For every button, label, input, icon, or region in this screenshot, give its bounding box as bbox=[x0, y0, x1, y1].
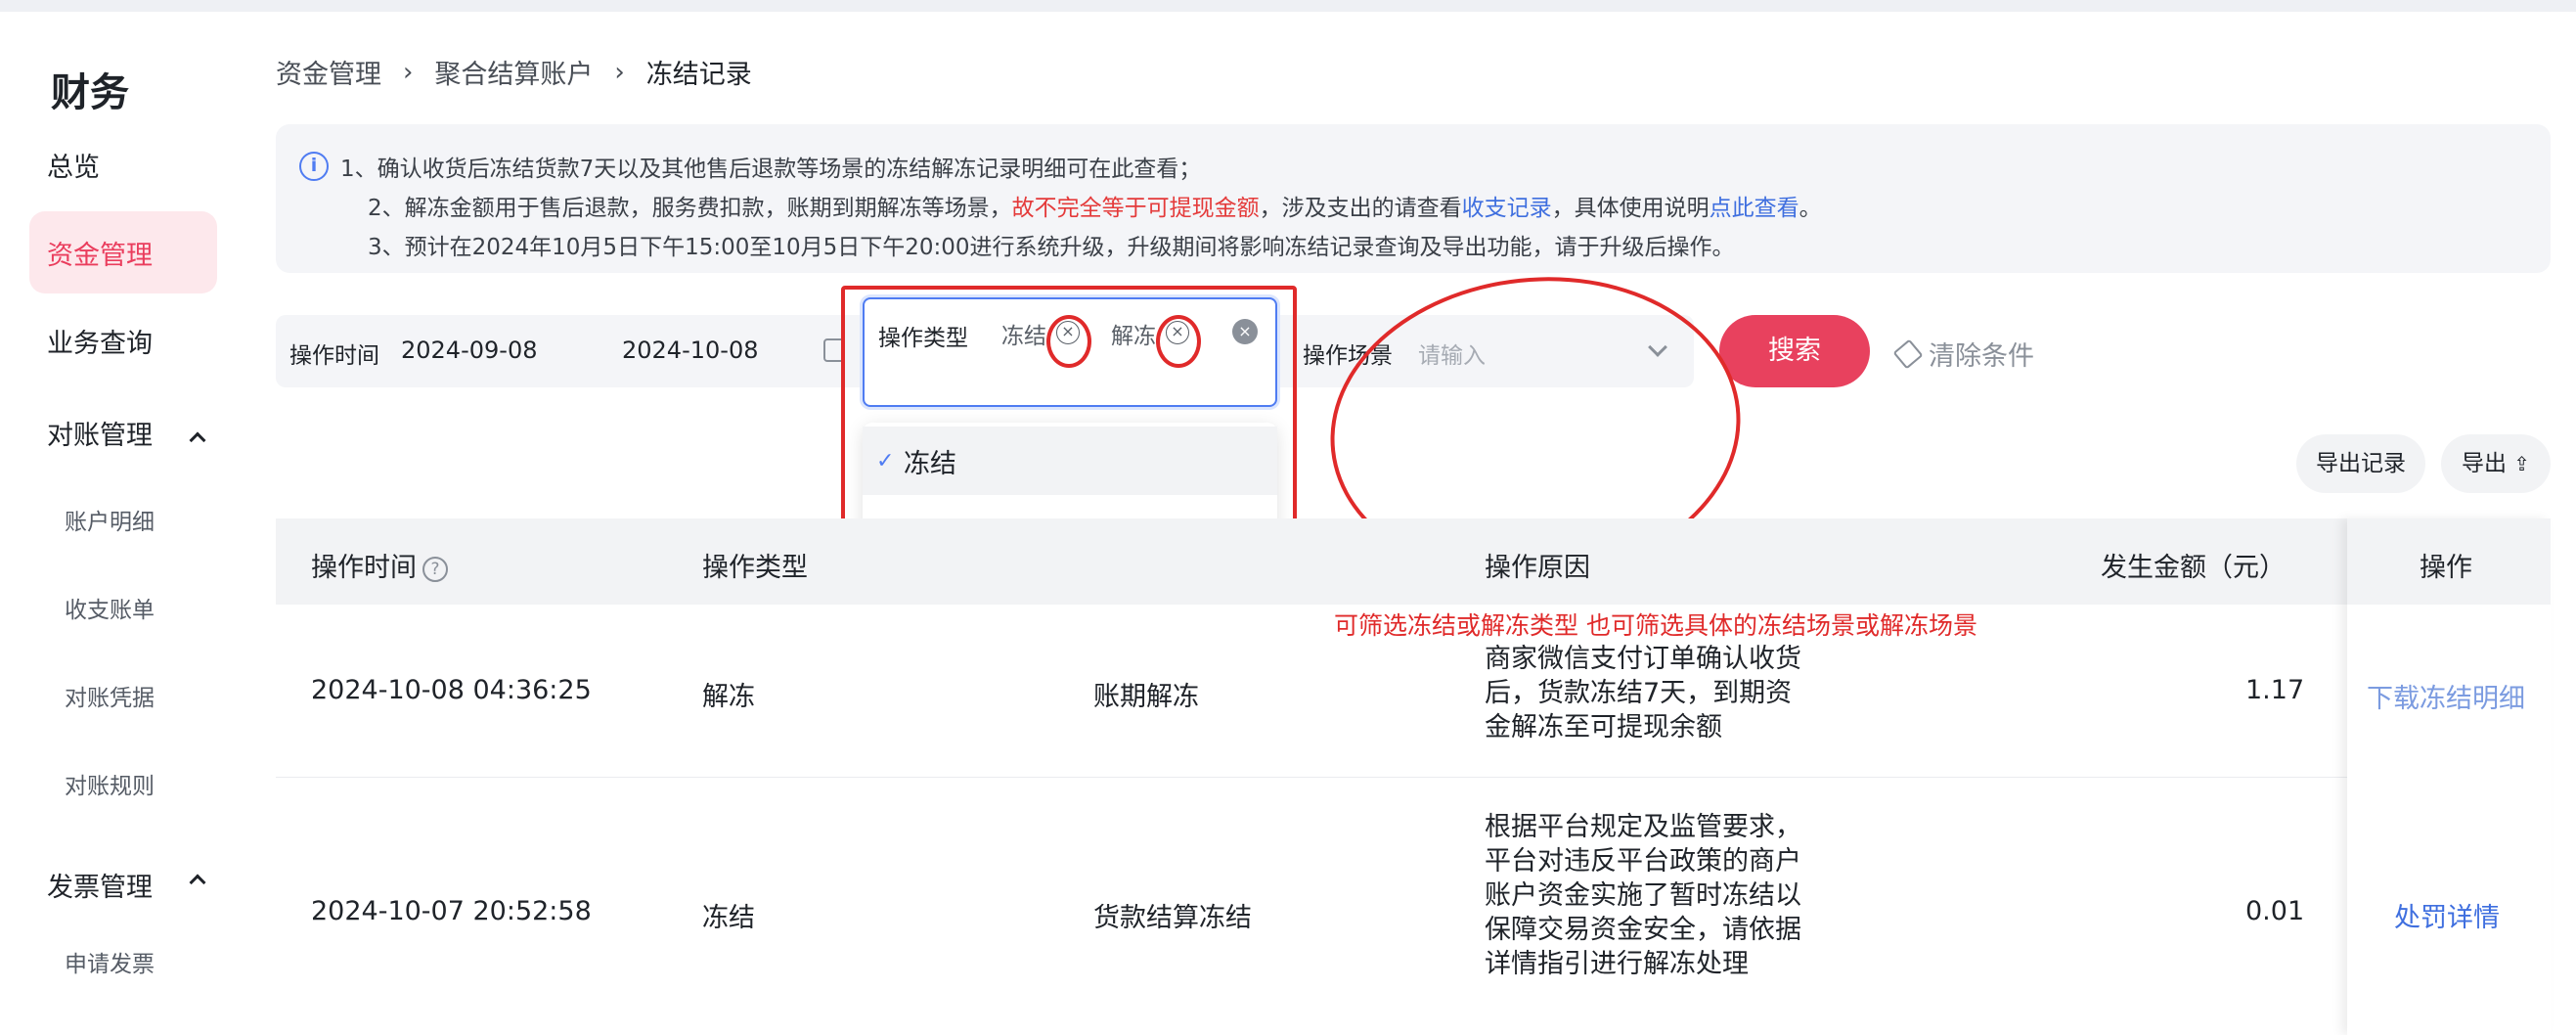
notice-text: ，具体使用说明 bbox=[1551, 196, 1710, 221]
export-label: 导出 bbox=[2461, 451, 2507, 476]
search-button[interactable]: 搜索 bbox=[1719, 315, 1870, 387]
row-divider bbox=[276, 777, 2551, 778]
clear-label: 清除条件 bbox=[1929, 341, 2034, 372]
main-content: 资金管理 › 聚合结算账户 › 冻结记录 i 1、确认收货后冻结货款7天以及其他… bbox=[244, 12, 2576, 1035]
sidebar-item-business-query[interactable]: 业务查询 bbox=[29, 299, 217, 382]
notice-text: ，涉及支出的请查看 bbox=[1259, 196, 1462, 221]
notice-line-3: 3、预计在2024年10月5日下午15:00至10月5日下午20:00进行系统升… bbox=[368, 235, 1735, 260]
cell-reason: 商家微信支付订单确认收货后，货款冻结7天，到期资金解冻至可提现余额 bbox=[1485, 644, 1801, 742]
col-label: 操作时间 bbox=[311, 553, 417, 583]
cell-time: 2024-10-07 20:52:58 bbox=[311, 896, 592, 926]
penalty-detail-link[interactable]: 处罚详情 bbox=[2394, 896, 2500, 934]
breadcrumb: 资金管理 › 聚合结算账户 › 冻结记录 bbox=[276, 53, 752, 91]
chevron-right-icon: › bbox=[403, 57, 414, 87]
annotation-circle bbox=[1156, 315, 1201, 368]
sidebar-item-account-detail[interactable]: 账户明细 bbox=[65, 503, 155, 536]
start-date-input[interactable]: 2024-09-08 bbox=[401, 337, 537, 364]
breadcrumb-current: 冻结记录 bbox=[645, 60, 752, 90]
upload-icon: ⇪ bbox=[2513, 452, 2531, 475]
breadcrumb-funds[interactable]: 资金管理 bbox=[276, 53, 381, 91]
cell-type: 解冻 bbox=[702, 682, 755, 712]
cell-amount: 1.17 bbox=[2245, 675, 2305, 705]
cell-scene: 账期解冻 bbox=[1093, 682, 1199, 712]
clear-conditions-button[interactable]: 清除条件 bbox=[1892, 335, 2034, 373]
annotation-circle bbox=[1046, 315, 1091, 368]
col-header-operation: 操作 bbox=[2420, 553, 2472, 583]
time-label: 操作时间 bbox=[289, 343, 379, 369]
col-header-type: 操作类型 bbox=[702, 553, 808, 583]
notice-text: 。 bbox=[1799, 196, 1822, 221]
export-button[interactable]: 导出 ⇪ bbox=[2441, 434, 2551, 493]
cell-reason: 根据平台规定及监管要求，平台对违反平台政策的商户账户资金实施了暂时冻结以保障交易… bbox=[1485, 812, 1801, 979]
sidebar-item-funds[interactable]: 资金管理 bbox=[29, 211, 217, 293]
notice-banner: i 1、确认收货后冻结货款7天以及其他售后退款等场景的冻结解冻记录明细可在此查看… bbox=[276, 124, 2551, 273]
sidebar-item-reconciliation[interactable]: 对账管理 bbox=[29, 391, 217, 473]
download-freeze-detail-link[interactable]: 下载冻结明细 bbox=[2367, 677, 2525, 715]
top-strip bbox=[0, 0, 2576, 12]
col-header-time: 操作时间? bbox=[311, 546, 448, 584]
table-header: 操作时间? 操作类型 操作原因 发生金额（元） bbox=[276, 518, 2551, 605]
cell-amount: 0.01 bbox=[2245, 896, 2305, 926]
cell-scene: 货款结算冻结 bbox=[1093, 903, 1252, 933]
export-records-button[interactable]: 导出记录 bbox=[2296, 434, 2425, 493]
sidebar-item-label: 对账管理 bbox=[47, 420, 153, 451]
cell-time: 2024-10-08 04:36:25 bbox=[311, 675, 592, 705]
end-date-input[interactable]: 2024-10-08 bbox=[622, 337, 758, 364]
notice-warning: 故不完全等于可提现金额 bbox=[1011, 196, 1260, 221]
eraser-icon bbox=[1892, 338, 1924, 369]
col-header-amount: 发生金额（元） bbox=[2101, 553, 2286, 583]
sidebar-item-overview[interactable]: 总览 bbox=[29, 123, 217, 205]
info-icon: i bbox=[299, 152, 329, 181]
sidebar-item-apply-invoice[interactable]: 申请发票 bbox=[65, 945, 155, 978]
sidebar-item-vouchers[interactable]: 对账凭据 bbox=[65, 679, 155, 712]
sidebar-item-rules[interactable]: 对账规则 bbox=[65, 767, 155, 800]
cell-type: 冻结 bbox=[702, 903, 755, 933]
usage-guide-link[interactable]: 点此查看 bbox=[1710, 196, 1799, 221]
sidebar-item-label: 发票管理 bbox=[47, 872, 153, 903]
income-records-link[interactable]: 收支记录 bbox=[1462, 196, 1552, 221]
sidebar-item-bills[interactable]: 收支账单 bbox=[65, 591, 155, 624]
sidebar: 财务 总览 资金管理 业务查询 对账管理 账户明细 收支账单 对账凭据 对账规则… bbox=[0, 12, 244, 1023]
chevron-right-icon: › bbox=[614, 57, 625, 87]
col-header-reason: 操作原因 bbox=[1485, 553, 1590, 583]
notice-line-2: 2、解冻金额用于售后退款，服务费扣款，账期到期解冻等场景，故不完全等于可提现金额… bbox=[368, 189, 1822, 222]
notice-line-1: 1、确认收货后冻结货款7天以及其他售后退款等场景的冻结解冻记录明细可在此查看； bbox=[340, 157, 1202, 182]
sidebar-item-invoice[interactable]: 发票管理 bbox=[29, 843, 217, 925]
operation-column: 操作 下载冻结明细 处罚详情 bbox=[2347, 518, 2551, 1035]
breadcrumb-settlement-account[interactable]: 聚合结算账户 bbox=[434, 53, 593, 91]
brand-title: 财务 bbox=[51, 70, 129, 115]
notice-text: 2、解冻金额用于售后退款，服务费扣款，账期到期解冻等场景， bbox=[368, 196, 1012, 221]
annotation-text: 可筛选冻结或解冻类型 也可筛选具体的冻结场景或解冻场景 bbox=[1334, 611, 1977, 640]
help-icon[interactable]: ? bbox=[422, 557, 448, 582]
